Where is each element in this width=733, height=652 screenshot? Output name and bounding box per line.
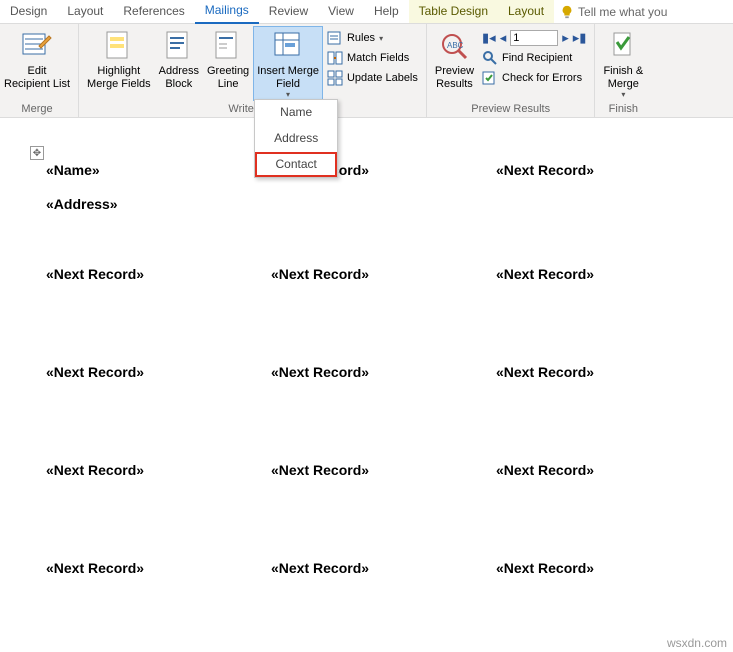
chevron-down-icon: ▾ [621, 90, 625, 99]
rules-button[interactable]: Rules ▾ [323, 28, 422, 48]
update-labels-button[interactable]: Update Labels [323, 68, 422, 88]
finish-merge-button[interactable]: Finish & Merge ▾ [599, 26, 647, 101]
recipient-list-icon [21, 30, 53, 62]
tell-me-text: Tell me what you [578, 5, 667, 19]
highlight-icon [103, 30, 135, 62]
merge-field-address: «Address» [46, 196, 271, 212]
preview-results-button[interactable]: ABC Preview Results [431, 26, 478, 92]
merge-field-name: «Name» [46, 162, 271, 178]
tell-me-search[interactable]: Tell me what you [554, 5, 667, 19]
tab-design[interactable]: Design [0, 0, 57, 23]
next-record-field: «Next Record» [496, 560, 594, 576]
tab-table-design[interactable]: Table Design [409, 0, 498, 23]
label-cell[interactable]: «Next Record» [271, 358, 496, 456]
insert-field-icon [272, 30, 304, 62]
tab-review[interactable]: Review [259, 0, 318, 23]
rules-icon [327, 30, 343, 46]
next-record-field: «Next Record» [271, 560, 369, 576]
lightbulb-icon [560, 5, 574, 19]
next-record-field: «Next Record» [496, 162, 594, 178]
tab-mailings[interactable]: Mailings [195, 0, 259, 24]
group-label-write: Write & In [83, 101, 422, 117]
tab-help[interactable]: Help [364, 0, 409, 23]
field-option-address[interactable]: Address [255, 126, 337, 152]
record-number-input[interactable] [510, 30, 558, 46]
next-record-field: «Next Record» [271, 266, 369, 282]
next-record-button[interactable]: ▸ [562, 30, 569, 46]
chevron-down-icon: ▾ [379, 34, 383, 43]
label-cell[interactable]: «Next Record» [496, 260, 721, 358]
label-cell[interactable]: «Next Record» [46, 456, 271, 554]
next-record-field: «Next Record» [496, 266, 594, 282]
insert-merge-field-button[interactable]: Insert Merge Field ▾ Name Address Contac… [253, 26, 323, 101]
label-cell[interactable]: «Next Record» [46, 554, 271, 652]
first-record-button[interactable]: ▮◂ [482, 30, 496, 46]
group-label-preview: Preview Results [431, 101, 591, 117]
group-label-merge: Merge [0, 101, 74, 117]
label-table: «Name» «Address» «Next Record» «Next Rec… [46, 162, 721, 652]
next-record-field: «Next Record» [46, 266, 144, 282]
next-record-field: «Next Record» [271, 364, 369, 380]
merge-field-dropdown: Name Address Contact [254, 99, 338, 178]
next-record-field: «Next Record» [46, 462, 144, 478]
ribbon-tabs: Design Layout References Mailings Review… [0, 0, 733, 24]
preview-icon: ABC [438, 30, 470, 62]
next-record-field: «Next Record» [496, 462, 594, 478]
label-cell[interactable]: «Next Record» [496, 162, 721, 260]
label-cell[interactable]: «Next Record» [496, 456, 721, 554]
label-cell[interactable]: «Next Record» [271, 456, 496, 554]
field-option-name[interactable]: Name [255, 100, 337, 126]
greeting-line-button[interactable]: Greeting Line [203, 26, 253, 92]
label-cell[interactable]: «Next Record» [271, 554, 496, 652]
tab-view[interactable]: View [318, 0, 364, 23]
field-option-contact[interactable]: Contact [255, 152, 337, 178]
address-block-icon [163, 30, 195, 62]
find-icon [482, 50, 498, 66]
next-record-field: «Next Record» [46, 364, 144, 380]
check-errors-icon [482, 70, 498, 86]
update-labels-icon [327, 70, 343, 86]
label-cell[interactable]: «Next Record» [271, 260, 496, 358]
label-cell[interactable]: «Next Record» [46, 358, 271, 456]
edit-recipient-list-button[interactable]: Edit Recipient List [0, 26, 74, 92]
document-canvas[interactable]: ✥ «Name» «Address» «Next Record» «Next R… [0, 118, 733, 652]
next-record-field: «Next Record» [46, 560, 144, 576]
table-move-handle[interactable]: ✥ [30, 146, 44, 160]
last-record-button[interactable]: ▸▮ [573, 30, 587, 46]
prev-record-button[interactable]: ◂ [500, 30, 507, 46]
next-record-field: «Next Record» [271, 462, 369, 478]
next-record-field: «Next Record» [496, 364, 594, 380]
label-cell[interactable]: «Next Record» [496, 358, 721, 456]
record-navigator: ▮◂ ◂ ▸ ▸▮ [478, 28, 590, 48]
check-errors-button[interactable]: Check for Errors [478, 68, 590, 88]
address-block-button[interactable]: Address Block [155, 26, 203, 92]
group-label-finish: Finish [599, 101, 647, 117]
watermark-text: wsxdn.com [667, 636, 727, 650]
highlight-merge-fields-button[interactable]: Highlight Merge Fields [83, 26, 155, 92]
label-cell[interactable]: «Next Record» [46, 260, 271, 358]
tab-table-layout[interactable]: Layout [498, 0, 554, 23]
match-fields-button[interactable]: Match Fields [323, 48, 422, 68]
find-recipient-button[interactable]: Find Recipient [478, 48, 590, 68]
finish-icon [607, 30, 639, 62]
ribbon: Edit Recipient List Merge Highlight Merg… [0, 24, 733, 118]
greeting-icon [212, 30, 244, 62]
tab-layout[interactable]: Layout [57, 0, 113, 23]
label-cell[interactable]: «Name» «Address» [46, 162, 271, 260]
tab-references[interactable]: References [113, 0, 194, 23]
svg-text:ABC: ABC [447, 41, 464, 50]
match-fields-icon [327, 50, 343, 66]
